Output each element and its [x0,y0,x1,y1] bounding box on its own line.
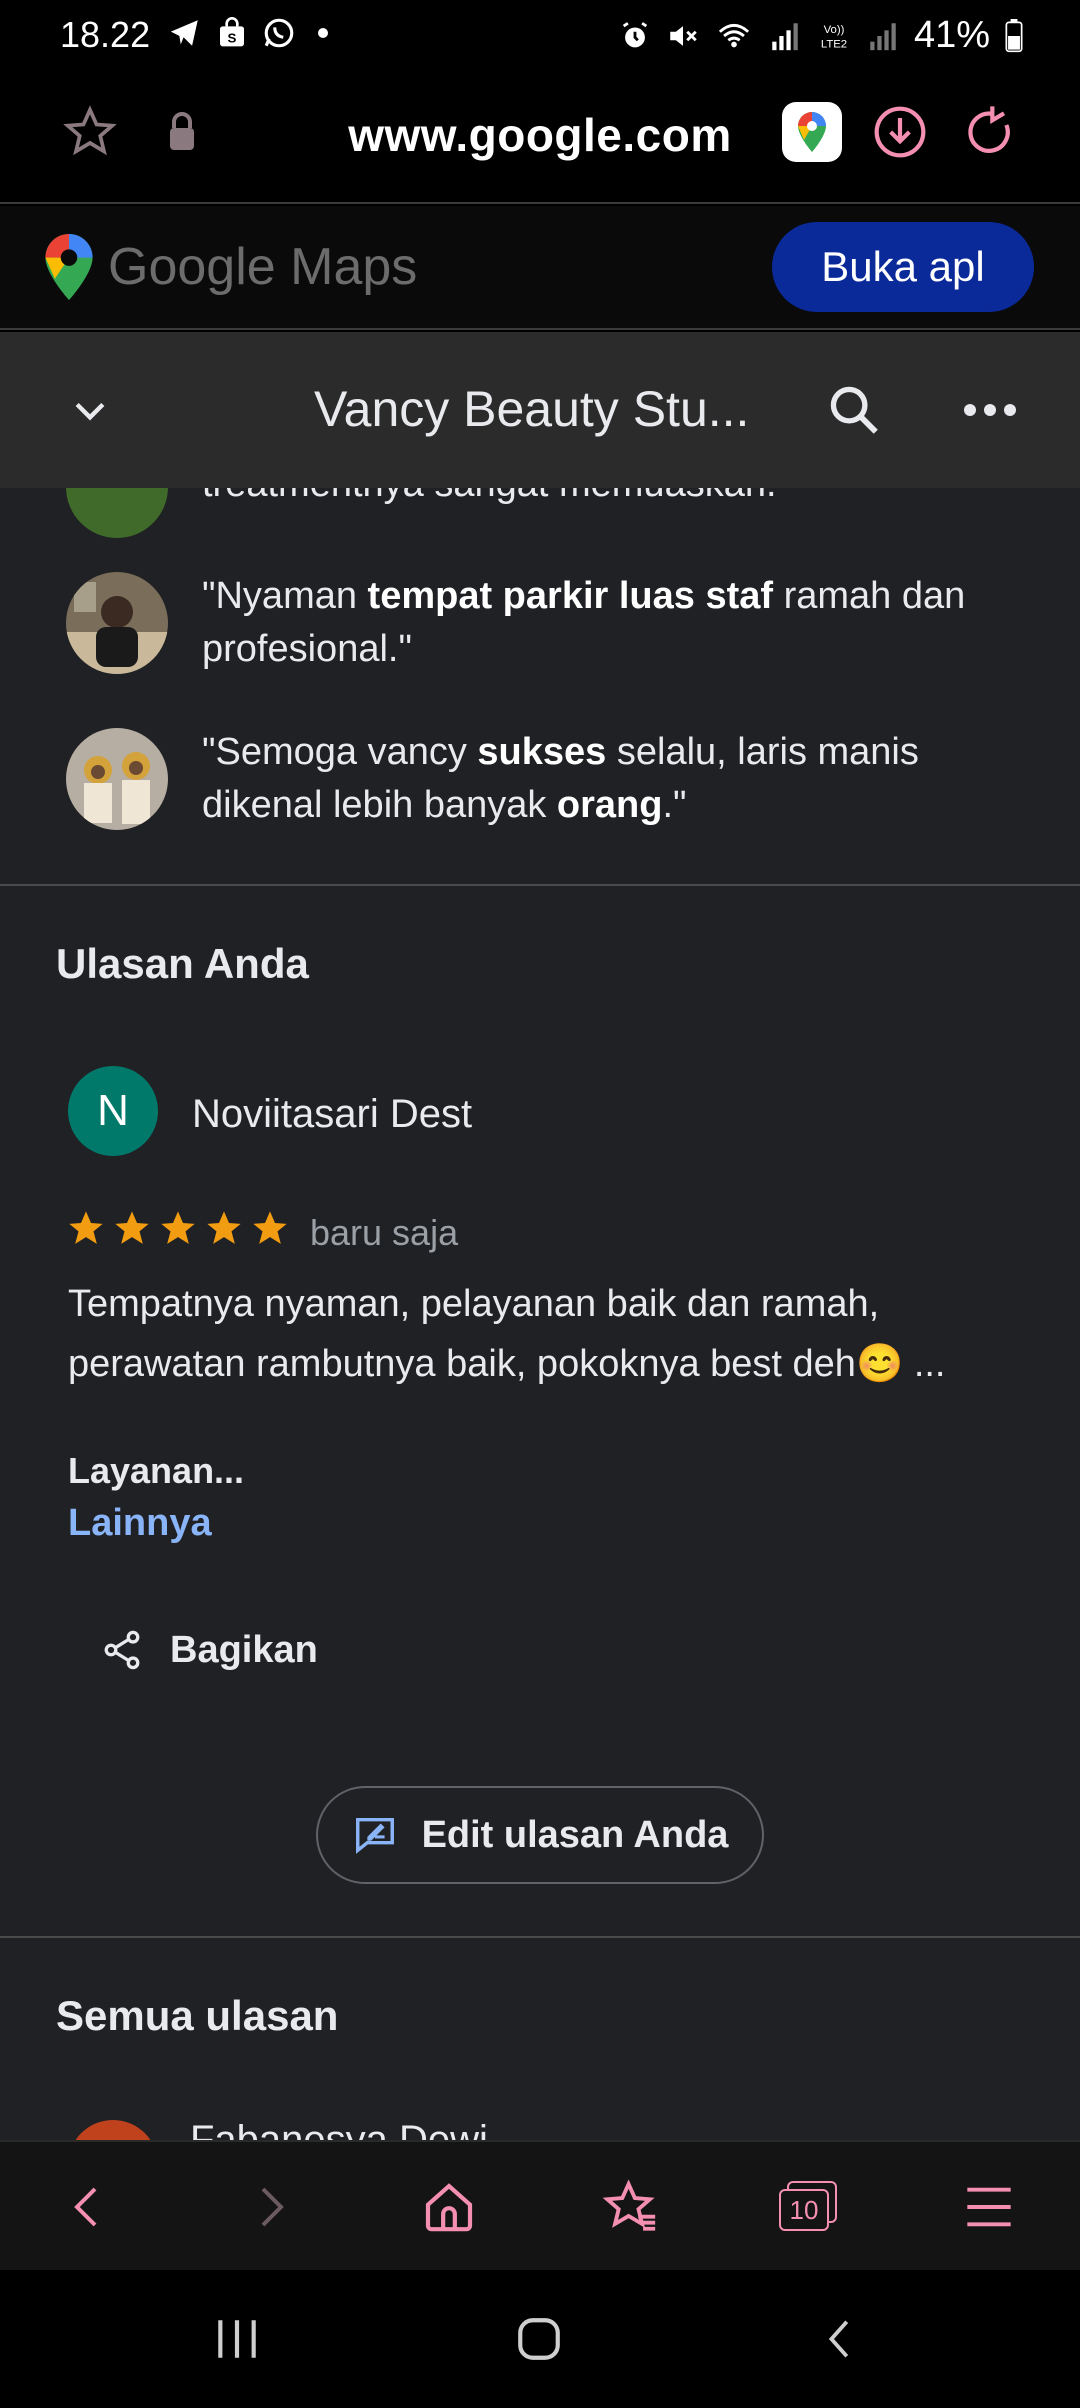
review-snippet[interactable]: treatmentnya sangat memuaskan. [202,488,1002,511]
star-icon [207,1211,241,1244]
reviewer-avatar[interactable] [68,2120,158,2140]
edit-review-button[interactable]: Edit ulasan Anda [316,1786,764,1884]
home-icon[interactable] [414,2172,484,2242]
more-link[interactable]: Lainnya [68,1502,212,1545]
snippet-text: "Semoga vancy [202,731,478,773]
place-title: Vancy Beauty Stu... [314,381,750,437]
snippet-text: "Nyaman [202,575,368,617]
search-icon[interactable] [822,378,886,442]
google-maps-banner: Google Maps Buka apl [0,206,1080,330]
reviewer-avatar[interactable] [66,728,168,830]
system-back-icon[interactable] [806,2304,876,2374]
review-time: baru saja [310,1212,459,1253]
alarm-icon [622,21,648,47]
browser-bottom-nav: 10 [0,2140,1080,2270]
avatar[interactable]: N [68,1066,158,1156]
notification-icons: S [168,16,328,50]
star-rating [66,1208,290,1248]
share-label: Bagikan [170,1628,318,1671]
mute-icon [670,25,697,46]
share-button[interactable]: Bagikan [100,1628,318,1672]
download-icon[interactable] [868,100,932,164]
signal-2-icon [870,22,896,50]
review-text[interactable]: Tempatnya nyaman, pelayanan baik dan ram… [68,1274,1008,1394]
edit-review-icon [355,1817,394,1854]
snippet-text: ." [662,784,687,826]
menu-icon[interactable] [954,2172,1024,2242]
your-review-title: Ulasan Anda [56,940,309,987]
star-icon [253,1211,287,1244]
reload-icon[interactable] [958,100,1022,164]
reviewer-avatar[interactable] [66,572,168,674]
review-snippet[interactable]: "Nyaman tempat parkir luas staf ramah da… [202,570,1002,676]
section-divider [0,884,1080,886]
svg-text:Vo)): Vo)) [824,24,845,36]
system-nav-bar [0,2270,1080,2408]
open-app-button[interactable]: Buka apl [772,222,1034,312]
whatsapp-icon [264,18,294,48]
chevron-down-icon[interactable] [58,378,122,442]
battery-percent: 41% [913,14,990,56]
place-header: Vancy Beauty Stu... [0,332,1080,488]
snippet-highlight: orang [556,784,663,826]
telegram-icon [170,20,198,46]
maps-app-icon[interactable] [780,100,844,164]
maps-pin-icon [45,234,93,300]
share-icon [104,1630,140,1670]
status-time: 18.22 [60,14,151,55]
place-content: treatmentnya sangat memuaskan. "Nyaman t… [0,488,1080,2140]
volte-icon: Vo)) LTE2 [821,24,847,50]
section-divider [0,1936,1080,1938]
reviewer-avatar[interactable] [66,488,168,538]
tab-count: 10 [779,2189,829,2231]
reviewer-name[interactable]: Fabanesya Dewi [190,2118,488,2140]
snippet-highlight: tempat parkir luas staf [367,575,774,617]
snippet-text: treatmentnya sangat memuaskan. [202,488,777,505]
google-maps-wordmark: Google Maps [108,238,418,296]
forward-icon[interactable] [236,2172,306,2242]
review-snippet[interactable]: "Semoga vancy sukses selalu, laris manis… [202,726,1002,832]
svg-text:LTE2: LTE2 [821,38,847,50]
back-icon[interactable] [52,2172,122,2242]
snippet-highlight: sukses [477,731,607,773]
services-label: Layanan... [68,1450,245,1491]
signal-icon [772,22,798,50]
more-options-icon[interactable] [958,378,1022,442]
edit-review-label: Edit ulasan Anda [421,1813,729,1856]
recent-apps-icon[interactable] [202,2304,272,2374]
user-name[interactable]: Noviitasari Dest [192,1092,472,1137]
home-button-icon[interactable] [504,2304,574,2374]
more-notifications-dot [318,28,328,38]
shopping-bag-icon: S [220,17,244,47]
battery-icon [1005,18,1023,52]
star-icon [115,1211,149,1244]
all-reviews-title: Semua ulasan [56,1992,339,2039]
system-status-icons: Vo)) LTE2 41% [618,14,1024,57]
google-maps-logo[interactable]: Google Maps [44,234,417,300]
star-icon [161,1211,195,1244]
tabs-icon[interactable]: 10 [774,2172,844,2242]
browser-toolbar: www.google.com [0,70,1080,204]
bookmarks-icon[interactable] [596,2172,666,2242]
status-bar: 18.22 S Vo)) LTE2 41% [0,0,1080,70]
svg-text:S: S [228,30,237,45]
star-icon [69,1211,103,1244]
wifi-icon [718,23,750,47]
